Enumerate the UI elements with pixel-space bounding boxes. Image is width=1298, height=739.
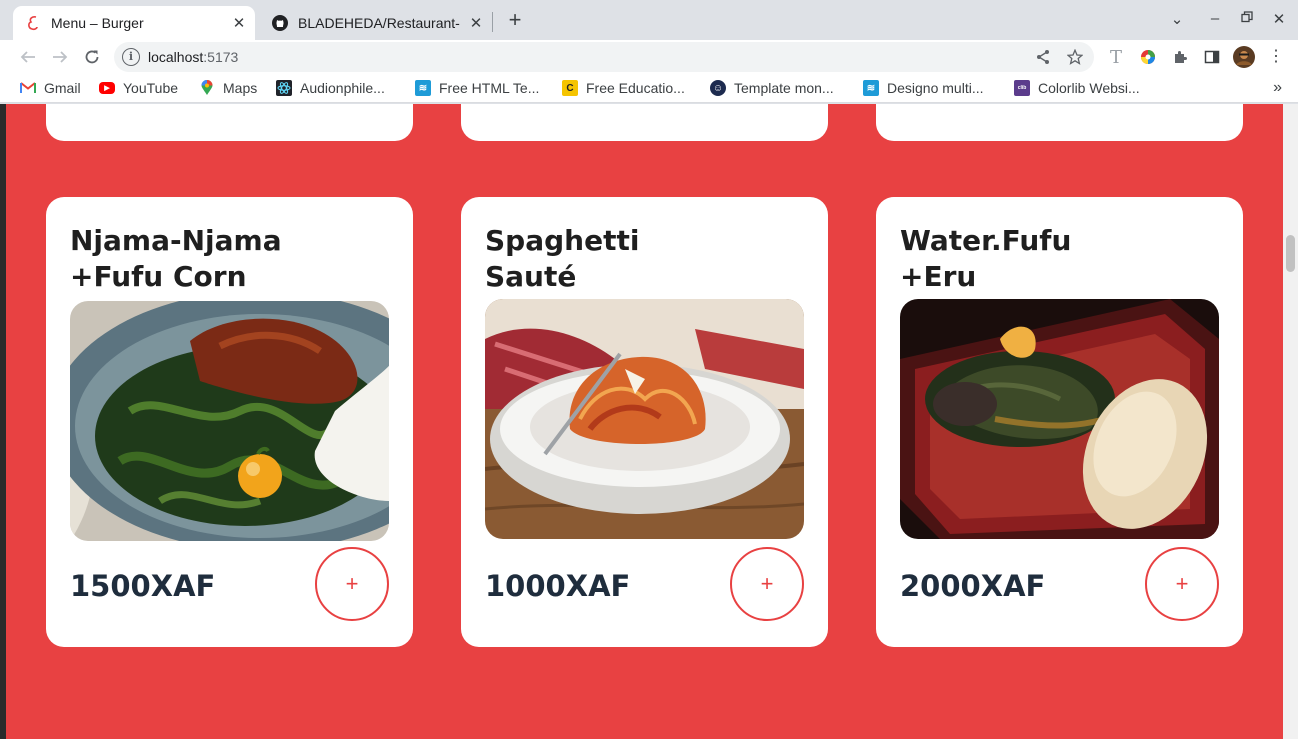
youtube-icon: ▶ [99,82,115,94]
page-scrollbar[interactable] [1283,104,1298,739]
back-arrow-icon[interactable] [16,45,40,69]
menu-card-partial [876,104,1243,141]
menu-page: Njama-Njama +Fufu Corn 1500XAF + Spaghet… [6,104,1283,739]
menu-card: Spaghetti Sauté 1000XAF + [461,197,828,647]
font-extension-icon[interactable]: T [1105,46,1127,68]
more-bookmarks-icon[interactable]: » [1273,79,1282,97]
close-window-icon[interactable]: ✕ [1269,10,1289,28]
add-to-cart-button[interactable]: + [1145,547,1219,621]
dish-photo-spaghetti [485,299,804,539]
bookmark-star-icon[interactable] [1064,46,1086,68]
react-icon [276,80,292,96]
add-to-cart-button[interactable]: + [730,547,804,621]
bookmark-youtube[interactable]: ▶ YouTube [99,80,178,96]
gmail-icon [20,80,36,96]
tab-strip: Menu – Burger ✕ BLADEHEDA/Restaurant- ✕ … [0,0,1298,40]
site-icon: C [562,80,578,96]
bookmark-audiophile[interactable]: Audionphile... [276,80,385,96]
scrollbar-thumb[interactable] [1286,235,1295,272]
dish-price: 1500XAF [70,569,216,603]
bookmark-gmail[interactable]: Gmail [20,80,81,96]
dish-photo-water-fufu-eru [900,299,1219,539]
bookmark-maps[interactable]: Maps [199,80,257,96]
address-bar[interactable]: i localhost:5173 [114,42,1094,72]
site-icon: ≋ [863,80,879,96]
share-icon[interactable] [1032,46,1054,68]
close-tab-icon[interactable]: ✕ [466,13,486,33]
bookmark-free-education[interactable]: C Free Educatio... [562,80,685,96]
burger-favicon-icon [25,15,41,31]
bookmark-template-monster[interactable]: ☺ Template mon... [710,80,834,96]
site-info-icon[interactable]: i [122,48,140,66]
reload-icon[interactable] [80,45,104,69]
dish-name: Spaghetti Sauté [485,224,640,293]
minimize-icon[interactable]: – [1205,10,1225,27]
tab-divider [492,12,493,32]
bookmarks-bar: Gmail ▶ YouTube Maps Audionphile... ≋ Fr… [0,75,1298,103]
bookmark-colorlib[interactable]: clib Colorlib Websi... [1014,80,1140,96]
extensions-puzzle-icon[interactable] [1169,46,1191,68]
dish-price: 2000XAF [900,569,1046,603]
dish-price: 1000XAF [485,569,631,603]
tab-menu-burger[interactable]: Menu – Burger ✕ [13,6,255,40]
bookmark-designo[interactable]: ≋ Designo multi... [863,80,983,96]
dish-name: Njama-Njama +Fufu Corn [70,224,282,293]
tab-title: BLADEHEDA/Restaurant- [298,15,460,31]
profile-avatar-icon[interactable] [1233,46,1255,68]
close-tab-icon[interactable]: ✕ [229,13,249,33]
tab-search-chevron-icon[interactable]: ⌄ [1167,10,1187,28]
forward-arrow-icon[interactable] [48,45,72,69]
menu-card-partial [46,104,413,141]
menu-card-partial [461,104,828,141]
site-icon: ≋ [415,80,431,96]
bookmark-free-html-templates[interactable]: ≋ Free HTML Te... [415,80,539,96]
browser-toolbar: i localhost:5173 T ⋮ [0,40,1298,75]
tab-title: Menu – Burger [51,15,144,31]
github-icon [272,15,288,31]
add-to-cart-button[interactable]: + [315,547,389,621]
dish-name: Water.Fufu +Eru [900,224,1072,293]
site-icon: ☺ [710,80,726,96]
dish-photo-njama-njama [70,301,389,541]
side-panel-icon[interactable] [1201,46,1223,68]
menu-card: Water.Fufu +Eru 2000XAF + [876,197,1243,647]
url-text: localhost:5173 [148,49,239,65]
restore-icon[interactable] [1237,10,1257,27]
browser-menu-icon[interactable]: ⋮ [1265,46,1287,68]
color-picker-extension-icon[interactable] [1137,46,1159,68]
new-tab-icon[interactable]: + [504,9,526,31]
tab-github[interactable]: BLADEHEDA/Restaurant- ✕ [260,6,492,40]
maps-pin-icon [199,80,215,96]
colorlib-icon: clib [1014,80,1030,96]
menu-card: Njama-Njama +Fufu Corn 1500XAF + [46,197,413,647]
